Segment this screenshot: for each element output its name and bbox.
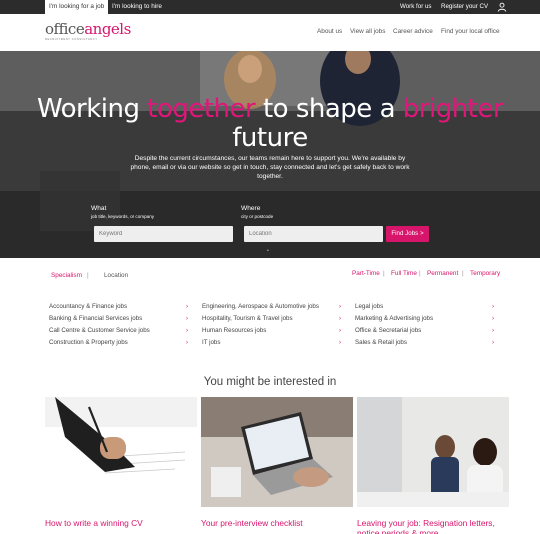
card-image-cv-writing[interactable]	[45, 397, 197, 507]
category-link[interactable]: Construction & Property jobs	[49, 339, 128, 346]
category-link[interactable]: Human Resources jobs	[202, 327, 266, 334]
chevron-right-icon: ›	[186, 303, 189, 310]
logo-tagline: RECRUITMENT CONSULTANCY	[45, 38, 98, 41]
hero-title: Working together to shape a brighter fut…	[36, 94, 504, 153]
category-link[interactable]: Hospitality, Tourism & Travel jobs	[202, 315, 293, 322]
interested-heading: You might be interested in	[203, 376, 337, 388]
where-sublabel: city or postcode	[241, 214, 274, 219]
chevron-right-icon: ›	[339, 303, 342, 310]
category-link[interactable]: Office & Secretarial jobs	[355, 327, 421, 334]
where-label: Where	[241, 205, 261, 212]
nav-career-advice[interactable]: Career advice	[393, 28, 433, 35]
category-link[interactable]: Accountancy & Finance jobs	[49, 303, 127, 310]
user-icon[interactable]	[497, 2, 507, 12]
category-link[interactable]: Sales & Retail jobs	[355, 339, 407, 346]
tab-looking-to-hire[interactable]: I'm looking to hire	[108, 0, 166, 14]
what-label: What	[91, 205, 107, 212]
top-utility-bar: I'm looking for a job I'm looking to hir…	[0, 0, 540, 14]
what-sublabel: job title, keywords, or company	[91, 214, 155, 219]
office-angels-logo[interactable]: officeangels RECRUITMENT CONSULTANCY	[45, 21, 131, 47]
register-cv-link[interactable]: Register your CV	[441, 0, 488, 14]
card-image-office-women[interactable]	[357, 397, 509, 507]
tab-looking-for-job[interactable]: I'm looking for a job	[45, 0, 108, 14]
hero-description: Despite the current circumstances, our t…	[130, 155, 410, 180]
nav-about-us[interactable]: About us	[317, 28, 342, 35]
hero-banner: Working together to shape a brighter fut…	[0, 51, 540, 258]
category-link[interactable]: Banking & Financial Services jobs	[49, 315, 142, 322]
carousel-dot[interactable]: •	[267, 248, 269, 254]
filter-separator: |	[419, 270, 421, 277]
category-link[interactable]: Marketing & Advertising jobs	[355, 315, 433, 322]
card-title-checklist[interactable]: Your pre-interview checklist	[201, 518, 353, 528]
tab-location[interactable]: Location	[104, 272, 128, 279]
filter-separator: |	[87, 272, 89, 279]
location-input[interactable]	[244, 226, 383, 242]
category-link[interactable]: IT jobs	[202, 339, 220, 346]
card-title-leaving-job[interactable]: Leaving your job: Resignation letters, n…	[357, 518, 517, 534]
category-link[interactable]: Legal jobs	[355, 303, 383, 310]
chevron-right-icon: ›	[492, 315, 495, 322]
main-header: officeangels RECRUITMENT CONSULTANCY Abo…	[0, 14, 540, 51]
chevron-right-icon: ›	[492, 339, 495, 346]
job-filters: Specialism | Location Part-Time | Full T…	[0, 268, 540, 282]
chevron-right-icon: ›	[339, 315, 342, 322]
chevron-right-icon: ›	[186, 339, 189, 346]
category-link[interactable]: Engineering, Aerospace & Automotive jobs	[202, 303, 319, 310]
work-for-us-link[interactable]: Work for us	[400, 0, 432, 14]
filter-separator: |	[462, 270, 464, 277]
chevron-right-icon: ›	[186, 327, 189, 334]
filter-temporary[interactable]: Temporary	[470, 270, 500, 277]
category-link[interactable]: Call Centre & Customer Service jobs	[49, 327, 150, 334]
chevron-right-icon: ›	[492, 327, 495, 334]
keyword-input[interactable]	[94, 226, 233, 242]
chevron-right-icon: ›	[339, 339, 342, 346]
tab-specialism[interactable]: Specialism	[51, 272, 82, 279]
card-image-laptop[interactable]	[201, 397, 353, 507]
logo-angels-text: angels	[84, 20, 131, 38]
filter-part-time[interactable]: Part-Time	[352, 270, 380, 277]
logo-office-text: office	[45, 20, 85, 38]
chevron-right-icon: ›	[492, 303, 495, 310]
nav-view-all-jobs[interactable]: View all jobs	[350, 28, 385, 35]
filter-full-time[interactable]: Full Time	[391, 270, 417, 277]
card-title-cv[interactable]: How to write a winning CV	[45, 518, 197, 528]
chevron-right-icon: ›	[339, 327, 342, 334]
filter-separator: |	[383, 270, 385, 277]
nav-find-local-office[interactable]: Find your local office	[441, 28, 500, 35]
filter-permanent[interactable]: Permanent	[427, 270, 458, 277]
find-jobs-button[interactable]: Find Jobs >	[386, 226, 429, 242]
chevron-right-icon: ›	[186, 315, 189, 322]
